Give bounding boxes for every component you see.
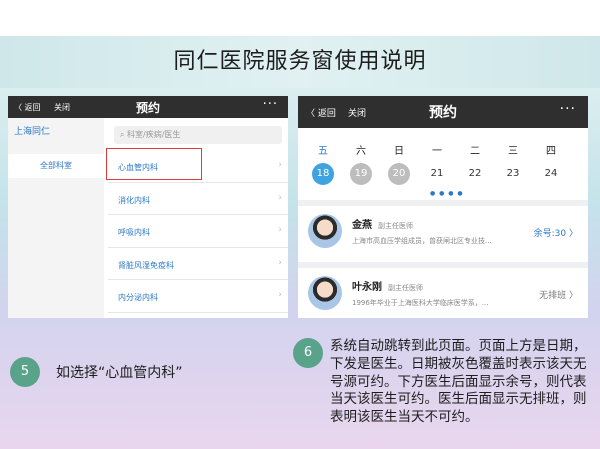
chevron-right-icon: › bbox=[278, 160, 282, 170]
availability-status[interactable]: 无排班 〉 bbox=[539, 288, 578, 301]
nav-bar: 〈 返回 关闭 预约 ··· bbox=[8, 96, 288, 118]
search-icon: ⌕ bbox=[120, 130, 128, 139]
step-badge: 6 bbox=[293, 338, 323, 368]
doctor-row[interactable]: 金燕 副主任医师 上海市高血压学组成员，曾获闸北区专业技... 余号:30 〉 bbox=[298, 206, 588, 262]
date-cell-unavailable[interactable]: 19 bbox=[350, 163, 372, 185]
more-icon[interactable]: ··· bbox=[560, 101, 576, 117]
page-title: 预约 bbox=[135, 101, 160, 115]
search-input[interactable]: ⌕ 科室/疾病/医生 bbox=[114, 126, 282, 144]
sidebar-item-all-departments[interactable]: 全部科室 bbox=[8, 154, 104, 178]
list-item[interactable]: 内分泌内科 › bbox=[108, 280, 288, 313]
doctor-rank: 副主任医师 bbox=[378, 222, 413, 230]
department-screen: 〈 返回 关闭 预约 ··· 上海同仁 全部科室 ⌕ 科室/疾病/医生 心血管内… bbox=[8, 96, 288, 318]
doctor-row[interactable]: 叶永刚 副主任医师 1996年毕业于上海医科大学临床医学系，... 无排班 〉 bbox=[298, 268, 588, 318]
weekday-label: 五 bbox=[318, 146, 328, 157]
date-cell[interactable]: 21 bbox=[426, 163, 448, 185]
chevron-right-icon: › bbox=[278, 225, 282, 235]
department-label: 内分泌内科 bbox=[118, 293, 158, 302]
date-cell-selected[interactable]: 18 bbox=[312, 163, 334, 185]
date-cell[interactable]: 22 bbox=[464, 163, 486, 185]
doctor-rank: 副主任医师 bbox=[388, 284, 423, 292]
search-placeholder: 科室/疾病/医生 bbox=[127, 130, 181, 139]
chevron-right-icon: › bbox=[278, 192, 282, 203]
weekday-label: 二 bbox=[470, 146, 480, 157]
hospital-name[interactable]: 上海同仁 bbox=[14, 124, 50, 137]
appointment-screen: 〈 返回 关闭 预约 ··· 五 六 日 一 二 三 四 18 19 20 21… bbox=[298, 96, 588, 318]
chevron-right-icon: › bbox=[278, 257, 282, 268]
department-label: 消化内科 bbox=[118, 195, 150, 205]
date-cell-unavailable[interactable]: 20 bbox=[388, 163, 410, 185]
doctor-name-line: 金燕 副主任医师 bbox=[352, 216, 413, 231]
list-item[interactable]: 消化内科 › bbox=[108, 183, 288, 215]
doctor-desc: 1996年毕业于上海医科大学临床医学系，... bbox=[352, 299, 489, 307]
more-icon[interactable]: ··· bbox=[263, 97, 278, 112]
sidebar: 上海同仁 全部科室 bbox=[8, 118, 104, 318]
page-title: 预约 bbox=[429, 105, 457, 121]
availability-status[interactable]: 余号:30 〉 bbox=[534, 226, 578, 239]
department-label: 呼吸内科 bbox=[118, 228, 150, 237]
weekday-label: 六 bbox=[356, 146, 366, 157]
weekday-label: 日 bbox=[394, 146, 404, 157]
chevron-right-icon: › bbox=[278, 290, 282, 300]
avatar bbox=[308, 276, 342, 310]
list-item[interactable]: 呼吸内科 › bbox=[108, 215, 288, 248]
slide-title: 同仁医院服务窗使用说明 bbox=[0, 36, 600, 88]
weekday-label: 四 bbox=[546, 146, 556, 157]
list-item[interactable]: 肾脏风湿免疫科 › bbox=[108, 248, 288, 280]
date-cell[interactable]: 24 bbox=[540, 163, 562, 185]
weekday-label: 一 bbox=[432, 146, 442, 157]
weekday-label: 三 bbox=[508, 146, 518, 157]
doctor-name-line: 叶永刚 副主任医师 bbox=[352, 278, 423, 293]
step-text: 如选择“心血管内科” bbox=[56, 365, 183, 381]
highlight-box bbox=[106, 148, 202, 180]
avatar bbox=[308, 214, 342, 248]
nav-bar: 〈 返回 关闭 预约 ··· bbox=[298, 96, 588, 128]
page-indicator: ● ● ● ● bbox=[430, 190, 464, 197]
date-cell[interactable]: 23 bbox=[502, 163, 524, 185]
step-text: 系统自动跳转到此页面。页面上方是日期，下发是医生。日期被灰色覆盖时表示该天无号源… bbox=[330, 338, 587, 426]
doctor-name: 金燕 bbox=[352, 220, 372, 231]
doctor-name: 叶永刚 bbox=[352, 282, 382, 293]
step-badge: 5 bbox=[10, 357, 40, 387]
doctor-desc: 上海市高血压学组成员，曾获闸北区专业技... bbox=[352, 237, 492, 245]
department-label: 肾脏风湿免疫科 bbox=[118, 260, 174, 270]
